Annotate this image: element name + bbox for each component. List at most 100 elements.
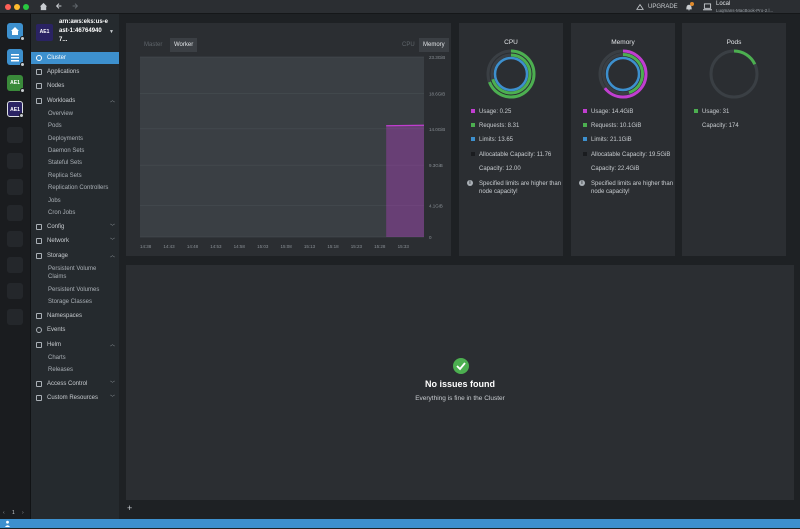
- warning-text: Specified limits are higher than node ca…: [591, 181, 674, 195]
- sidebar-subitem-storage-classes[interactable]: Storage Classes: [31, 298, 119, 307]
- memory-usage-chart: 0 4.1GiB 9.3GiB 14.0GiB 18.6GiB 23.3GiB 14:38 1…: [140, 55, 445, 249]
- sidebar-subitem-persistent-volumes[interactable]: Persistent Volumes: [31, 286, 119, 295]
- sidebar-subitem-stateful-sets[interactable]: Stateful Sets: [31, 159, 119, 168]
- cpu-allocatable-legend: Allocatable Capacity: 11.76: [471, 152, 551, 158]
- status-badge: [20, 88, 25, 93]
- chevron-down-icon: ▼: [109, 29, 114, 35]
- hotbar-page-number: 1: [12, 510, 15, 516]
- hotbar-empty-slot[interactable]: [7, 153, 23, 169]
- sidebar-item-label: Events: [47, 327, 66, 333]
- hotbar-catalog[interactable]: [7, 49, 25, 67]
- forward-arrow-icon[interactable]: [70, 2, 80, 12]
- sidebar-item-label: Storage: [47, 253, 69, 259]
- info-icon: i: [579, 180, 585, 186]
- sidebar-item-events[interactable]: Events: [31, 324, 119, 336]
- chevron-down-icon: ﹀: [109, 238, 115, 244]
- cpu-warning: i Specified limits are higher than node …: [463, 180, 573, 196]
- sidebar-item-network[interactable]: Network ﹀: [31, 235, 119, 247]
- legend-text: Capacity: 12.00: [479, 166, 521, 172]
- sidebar-item-label: Config: [47, 224, 65, 230]
- legend-swatch: [471, 152, 475, 157]
- x-tick-label: 14:43: [163, 244, 175, 249]
- hotbar-home[interactable]: [7, 23, 25, 41]
- pods-usage-legend: Usage: 31: [694, 109, 729, 115]
- hotbar-prev-icon[interactable]: ‹: [3, 510, 5, 516]
- x-tick-label: 14:53: [210, 244, 222, 249]
- hotbar-cluster-2[interactable]: AE1: [7, 101, 24, 118]
- hotbar-empty-slot[interactable]: [7, 309, 23, 325]
- sidebar-item-storage[interactable]: Storage ︿: [31, 250, 119, 262]
- legend-text: Requests: 8.31: [479, 123, 520, 129]
- sidebar-item-helm[interactable]: Helm ︿: [31, 339, 119, 351]
- memory-usage-legend: Usage: 14.4GiB: [583, 109, 633, 115]
- upgrade-button[interactable]: UPGRADE: [648, 2, 678, 12]
- nodes-icon: [36, 83, 42, 89]
- cluster-icon: [36, 55, 42, 61]
- laptop-icon: [703, 3, 712, 13]
- sidebar-subitem-replica-sets[interactable]: Replica Sets: [31, 172, 119, 181]
- legend-swatch: [583, 166, 587, 171]
- hotbar-empty-slot[interactable]: [7, 283, 23, 299]
- minimize-window-button[interactable]: [14, 4, 20, 10]
- sidebar-subitem-persistent-volume-claims[interactable]: Persistent Volume Claims: [31, 265, 101, 281]
- sidebar-item-custom-resources[interactable]: Custom Resources ﹀: [31, 392, 119, 404]
- home-icon[interactable]: [38, 2, 48, 12]
- sidebar-subitem-charts[interactable]: Charts: [31, 354, 119, 363]
- legend-text: Requests: 10.1GiB: [591, 123, 642, 129]
- sidebar-item-access-control[interactable]: Access Control ﹀: [31, 378, 119, 390]
- legend-text: Allocatable Capacity: 11.76: [479, 152, 552, 158]
- hotbar-cluster-1[interactable]: AE1: [7, 75, 25, 93]
- hotbar-empty-slot[interactable]: [7, 205, 23, 221]
- main-content: Master Worker CPU Memory 0 4.1GiB 9.3GiB 14…: [119, 14, 800, 519]
- hotbar-empty-slot[interactable]: [7, 257, 23, 273]
- sidebar-item-cluster[interactable]: Cluster: [31, 52, 119, 64]
- maximize-window-button[interactable]: [23, 4, 29, 10]
- storage-icon: [36, 253, 42, 259]
- sidebar-subitem-cron-jobs[interactable]: Cron Jobs: [31, 209, 119, 218]
- back-arrow-icon[interactable]: [54, 2, 64, 12]
- notification-bell-icon[interactable]: [685, 2, 694, 14]
- memory-allocatable-legend: Allocatable Capacity: 19.5GiB: [583, 152, 670, 158]
- legend-text: Capacity: 174: [702, 123, 739, 129]
- legend-swatch: [583, 123, 587, 128]
- cluster-selector[interactable]: AE1 arn:aws:eks:us-east-1:467649407... ▼: [35, 18, 115, 48]
- sidebar-item-config[interactable]: Config ﹀: [31, 221, 119, 233]
- memory-requests-legend: Requests: 10.1GiB: [583, 123, 641, 129]
- sidebar-subitem-deployments[interactable]: Deployments: [31, 135, 119, 144]
- legend-swatch: [694, 109, 698, 114]
- hotbar-empty-slot[interactable]: [7, 231, 23, 247]
- warning-text: Specified limits are higher than node ca…: [479, 181, 562, 195]
- sidebar-item-namespaces[interactable]: Namespaces: [31, 310, 119, 322]
- x-tick-label: 14:48: [187, 244, 199, 249]
- x-tick-label: 15:23: [351, 244, 363, 249]
- upgrade-icon[interactable]: [636, 3, 644, 13]
- legend-text: Usage: 14.4GiB: [591, 109, 634, 115]
- memory-warning: i Specified limits are higher than node …: [575, 180, 685, 196]
- close-window-button[interactable]: [5, 4, 11, 10]
- sidebar-item-workloads[interactable]: Workloads ︿: [31, 95, 119, 107]
- sidebar-subitem-jobs[interactable]: Jobs: [31, 197, 119, 206]
- sidebar-item-label: Workloads: [47, 98, 76, 104]
- sidebar-subitem-overview[interactable]: Overview: [31, 110, 119, 119]
- hotbar-empty-slot[interactable]: [7, 127, 23, 143]
- sidebar-item-nodes[interactable]: Nodes: [31, 80, 119, 92]
- memory-donut-chart: [598, 49, 648, 99]
- sidebar-item-applications[interactable]: Applications: [31, 66, 119, 78]
- x-tick-label: 15:33: [398, 244, 410, 249]
- sidebar-item-label: Cluster: [47, 55, 67, 61]
- memory-metric-panel: Memory Usage: 14.4GiB Requests: 10.1GiB …: [571, 23, 675, 256]
- sidebar-item-label: Network: [47, 238, 70, 244]
- hotbar-empty-slot[interactable]: [7, 179, 23, 195]
- y-tick-label: 9.3GiB: [429, 163, 443, 168]
- add-tab-button[interactable]: +: [127, 503, 132, 513]
- sidebar-subitem-releases[interactable]: Releases: [31, 366, 119, 375]
- sidebar-subitem-daemon-sets[interactable]: Daemon Sets: [31, 147, 119, 156]
- cpu-capacity-legend: Capacity: 12.00: [471, 166, 521, 172]
- sidebar-subitem-replication-controllers[interactable]: Replication Controllers: [31, 184, 119, 193]
- local-context[interactable]: Local Luqmans-MacBook-Pro-2.l...: [716, 1, 773, 14]
- hotbar-next-icon[interactable]: ›: [22, 510, 24, 516]
- x-tick-label: 14:38: [140, 244, 152, 249]
- sidebar-subitem-pods[interactable]: Pods: [31, 122, 119, 131]
- legend-swatch: [471, 166, 475, 171]
- cpu-donut-chart: [486, 49, 536, 99]
